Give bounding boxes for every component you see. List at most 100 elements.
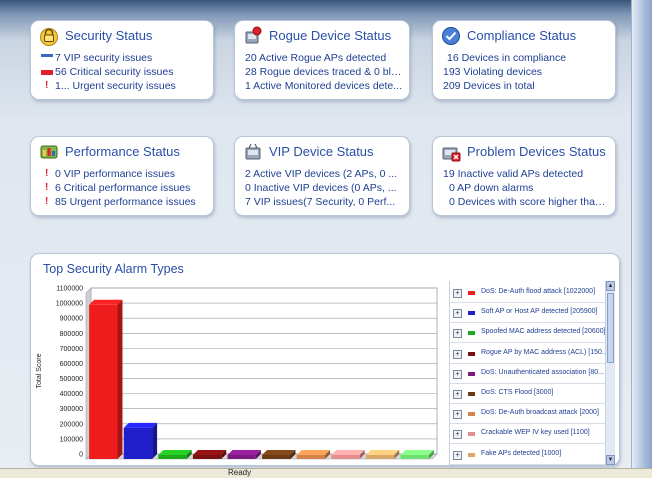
scroll-down-button[interactable]: ▼: [606, 455, 615, 465]
expand-icon[interactable]: +: [453, 309, 462, 319]
expand-icon[interactable]: +: [453, 450, 462, 460]
bar: [227, 455, 256, 459]
legend-swatch: [468, 392, 475, 396]
rogue-line-traced[interactable]: 28 Rogue devices traced & 0 blo...: [245, 65, 403, 79]
legend-separator: [450, 362, 606, 364]
bar-chart: 0 100000 200000 300000 400000 500000 600000 700…: [36, 286, 438, 460]
vip-device-icon: [245, 143, 261, 160]
legend-swatch: [468, 432, 475, 437]
bar-top: [262, 450, 296, 455]
expand-icon[interactable]: +: [453, 390, 462, 399]
y-tick-label: 900000: [60, 316, 83, 323]
security-line-vip[interactable]: 7 VIP security issues: [41, 51, 207, 65]
urgent-indicator: !: [45, 182, 49, 194]
performance-line-critical[interactable]: ! 6 Critical performance issues: [41, 181, 207, 195]
rogue-device-status-card[interactable]: Rogue Device Status 20 Active Rogue APs …: [234, 20, 410, 100]
legend-swatch: [468, 351, 475, 356]
legend-swatch: [468, 371, 475, 376]
legend-item[interactable]: + Rogue AP by MAC address (ACL) [150...: [450, 348, 608, 362]
y-axis-label: Total Score: [36, 353, 43, 388]
security-status-card[interactable]: Security Status 7 VIP security issues 56…: [30, 20, 214, 100]
expand-icon[interactable]: +: [453, 329, 462, 339]
problem-line-inactive[interactable]: 19 Inactive valid APs detected: [443, 167, 609, 181]
vip-device-status-title[interactable]: VIP Device Status: [269, 144, 374, 159]
vip-device-status-card[interactable]: VIP Device Status 2 Active VIP devices (…: [234, 136, 410, 216]
y-tick-label: 100000: [60, 436, 83, 443]
y-tick-label: 200000: [60, 421, 83, 428]
security-line-urgent[interactable]: ! 1... Urgent security issues: [41, 79, 207, 93]
compliance-status-title[interactable]: Compliance Status: [467, 28, 576, 43]
legend-item[interactable]: + DoS: CTS Flood [3000]: [450, 388, 606, 402]
legend-separator: [450, 342, 606, 344]
performance-line-urgent[interactable]: ! 85 Urgent performance issues: [41, 195, 207, 209]
legend-label: Rogue AP by MAC address (ACL) [150...: [481, 348, 608, 356]
legend-scrollbar[interactable]: ▲ ▼: [605, 281, 615, 465]
legend-separator: [450, 423, 606, 425]
performance-status-title[interactable]: Performance Status: [65, 144, 180, 159]
urgent-indicator: !: [45, 80, 49, 92]
bar: [158, 455, 187, 459]
legend-item[interactable]: + Crackable WEP IV key used [1100]: [450, 428, 606, 442]
bar: [89, 304, 118, 459]
critical-indicator: [41, 67, 55, 77]
compliance-line-total[interactable]: 209 Devices in total: [443, 79, 609, 93]
problem-line-score[interactable]: 0 Devices with score higher than...: [443, 195, 609, 209]
legend-item[interactable]: + DoS: De-Auth flood attack [1022000]: [450, 287, 606, 301]
legend-label: Crackable WEP IV key used [1100]: [481, 429, 590, 437]
problem-line-ap-down[interactable]: 0 AP down alarms: [443, 181, 609, 195]
status-text: Ready: [228, 468, 252, 477]
legend-item[interactable]: + Spoofed MAC address detected [20600]: [450, 327, 606, 341]
legend-swatch: [468, 412, 475, 417]
problem-devices-status-title[interactable]: Problem Devices Status: [467, 144, 606, 159]
compliance-line-in[interactable]: 16 Devices in compliance: [443, 51, 609, 65]
bar: [331, 455, 360, 459]
rogue-line-monitored[interactable]: 1 Active Monitored devices dete...: [245, 79, 403, 93]
compliance-status-card[interactable]: Compliance Status 16 Devices in complian…: [432, 20, 616, 100]
vip-line-inactive[interactable]: 0 Inactive VIP devices (0 APs, ...: [245, 181, 403, 195]
legend-separator: [450, 403, 606, 404]
y-tick-label: 600000: [60, 361, 83, 368]
bar-top: [400, 450, 434, 455]
vip-indicator: [41, 53, 55, 63]
scroll-up-button[interactable]: ▲: [606, 281, 615, 291]
bar-side: [117, 299, 123, 459]
scroll-thumb[interactable]: [607, 293, 614, 363]
chart-title: Top Security Alarm Types: [43, 262, 184, 276]
legend-item[interactable]: + DoS: De-Auth broadcast attack [2000]: [450, 408, 606, 422]
vip-line-active[interactable]: 2 Active VIP devices (2 APs, 0 ...: [245, 167, 403, 181]
legend-item[interactable]: + DoS: Unauthenticated association [80...: [450, 368, 606, 382]
expand-icon[interactable]: +: [453, 430, 462, 440]
performance-line-vip[interactable]: ! 0 VIP performance issues: [41, 167, 207, 181]
legend-swatch: [468, 311, 475, 316]
y-tick-label: 400000: [60, 391, 83, 398]
vip-line-issues[interactable]: 7 VIP issues(7 Security, 0 Perf...: [245, 195, 403, 209]
bar-top: [192, 450, 227, 455]
compliance-line-violating[interactable]: 193 Violating devices: [443, 65, 609, 79]
rogue-device-status-title[interactable]: Rogue Device Status: [269, 28, 391, 43]
legend-separator: [450, 302, 606, 303]
padlock-icon: [40, 28, 58, 46]
legend-label: DoS: De-Auth flood attack [1022000]: [481, 288, 596, 295]
window-right-frame: [631, 0, 652, 477]
problem-devices-status-card[interactable]: Problem Devices Status 19 Inactive valid…: [432, 136, 616, 216]
bar-top: [158, 450, 192, 455]
expand-icon[interactable]: +: [453, 410, 462, 420]
chart-legend: + DoS: De-Auth flood attack [1022000] + Sof…: [449, 281, 615, 465]
security-line-critical[interactable]: 56 Critical security issues: [41, 65, 207, 79]
legend-label: Spoofed MAC address detected [20600]: [481, 328, 606, 336]
top-security-alarm-card: Top Security Alarm Types 0 100000 200000 30…: [30, 253, 620, 466]
expand-icon[interactable]: +: [453, 289, 462, 298]
legend-item[interactable]: + Soft AP or Host AP detected [205900]: [450, 307, 606, 321]
expand-icon[interactable]: +: [453, 369, 462, 379]
y-tick-label: 300000: [60, 406, 83, 413]
legend-item[interactable]: + Fake APs detected [1000]: [450, 449, 606, 463]
security-status-title[interactable]: Security Status: [65, 28, 152, 43]
performance-status-card[interactable]: Performance Status ! 0 VIP performance is…: [30, 136, 214, 216]
urgent-indicator: !: [45, 196, 49, 208]
rogue-line-active[interactable]: 20 Active Rogue APs detected: [245, 51, 403, 65]
legend-label: DoS: Unauthenticated association [80...: [481, 368, 604, 376]
legend-separator: [450, 463, 606, 465]
y-tick-label: 800000: [60, 331, 83, 338]
bar: [123, 427, 153, 459]
expand-icon[interactable]: +: [453, 349, 462, 359]
